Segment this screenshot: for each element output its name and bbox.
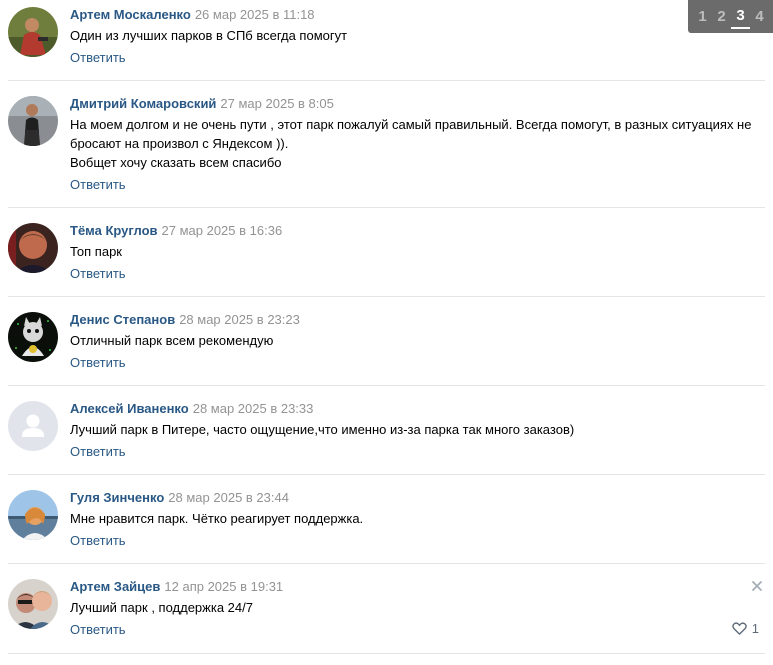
comments-page: 1 2 3 4 Артем Москаленко 26 мар 2025 в 11… [0,0,773,665]
reply-button[interactable]: Ответить [70,444,126,460]
comment-item: Артем Москаленко 26 мар 2025 в 11:18 Один… [0,0,773,81]
comment-author[interactable]: Дмитрий Комаровский [70,96,216,111]
avatar[interactable] [8,312,58,362]
heart-icon [732,622,747,635]
comment-text-line: Лучший парк , поддержка 24/7 [70,600,253,615]
comment-item: Денис Степанов 28 мар 2025 в 23:23 Отличн… [0,297,773,386]
close-icon[interactable] [751,580,763,592]
comment-text-line: Один из лучших парков в СПб всегда помог… [70,28,348,43]
comment-author[interactable]: Алексей Иваненко [70,401,189,416]
avatar-photo-icon [8,579,58,629]
comment-text: Топ парк [70,242,760,261]
like-button[interactable]: 1 [732,621,759,636]
avatar-photo-icon [8,312,58,362]
avatar-photo-icon [8,7,58,57]
comment-date[interactable]: 27 мар 2025 в 8:05 [220,96,333,111]
reply-button[interactable]: Ответить [70,355,126,371]
reply-button[interactable]: Ответить [70,177,126,193]
reply-button[interactable]: Ответить [70,622,126,638]
avatar-photo-icon [8,96,58,146]
comment-date[interactable]: 27 мар 2025 в 16:36 [162,223,283,238]
comment-date[interactable]: 28 мар 2025 в 23:23 [179,312,300,327]
avatar[interactable] [8,223,58,273]
reply-button[interactable]: Ответить [70,50,126,66]
comment-author[interactable]: Гуля Зинченко [70,490,164,505]
comment-date[interactable]: 26 мар 2025 в 11:18 [195,7,315,22]
comment-text-line: Отличный парк всем рекомендую [70,333,274,348]
comment-text: На моем долгом и не очень пути , этот па… [70,115,760,172]
comment-item: Гуля Зинченко 28 мар 2025 в 23:44 Мне нра… [0,475,773,564]
avatar-photo-icon [8,490,58,540]
default-avatar-icon [8,401,58,451]
comment-author[interactable]: Денис Степанов [70,312,175,327]
avatar[interactable] [8,490,58,540]
comment-author[interactable]: Артем Москаленко [70,7,191,22]
comment-text: Мне нравится парк. Чётко реагирует подде… [70,509,760,528]
comment-date[interactable]: 12 апр 2025 в 19:31 [164,579,283,594]
comment-text: Лучший парк , поддержка 24/7 [70,598,760,617]
comment-date[interactable]: 28 мар 2025 в 23:33 [193,401,314,416]
comment-item: Алексей Иваненко 28 мар 2025 в 23:33 Лучш… [0,386,773,475]
comment-text: Отличный парк всем рекомендую [70,331,760,350]
divider [8,653,765,654]
comment-text-line: Топ парк [70,244,122,259]
reply-button[interactable]: Ответить [70,266,126,282]
comment-text-line: На моем долгом и не очень пути , этот па… [70,117,752,151]
reply-button[interactable]: Ответить [70,533,126,549]
comment-text-line: Мне нравится парк. Чётко реагирует подде… [70,511,364,526]
comment-item: Дмитрий Комаровский 27 мар 2025 в 8:05 На… [0,81,773,208]
avatar-photo-icon [8,223,58,273]
avatar[interactable] [8,96,58,146]
avatar[interactable] [8,401,58,451]
comment-author[interactable]: Артем Зайцев [70,579,160,594]
comment-author[interactable]: Тёма Круглов [70,223,158,238]
like-count: 1 [751,621,759,636]
avatar[interactable] [8,7,58,57]
comment-date[interactable]: 28 мар 2025 в 23:44 [168,490,289,505]
comment-item: Тёма Круглов 27 мар 2025 в 16:36 Топ парк… [0,208,773,297]
comment-text: Лучший парк в Питере, часто ощущение,что… [70,420,760,439]
comment-text-line: Лучший парк в Питере, часто ощущение,что… [70,422,575,437]
comment-text-line: Вобщет хочу сказать всем спасибо [70,155,282,170]
avatar[interactable] [8,579,58,629]
comment-text: Один из лучших парков в СПб всегда помог… [70,26,760,45]
comment-item: Артем Зайцев 12 апр 2025 в 19:31 Лучший п… [0,564,773,654]
